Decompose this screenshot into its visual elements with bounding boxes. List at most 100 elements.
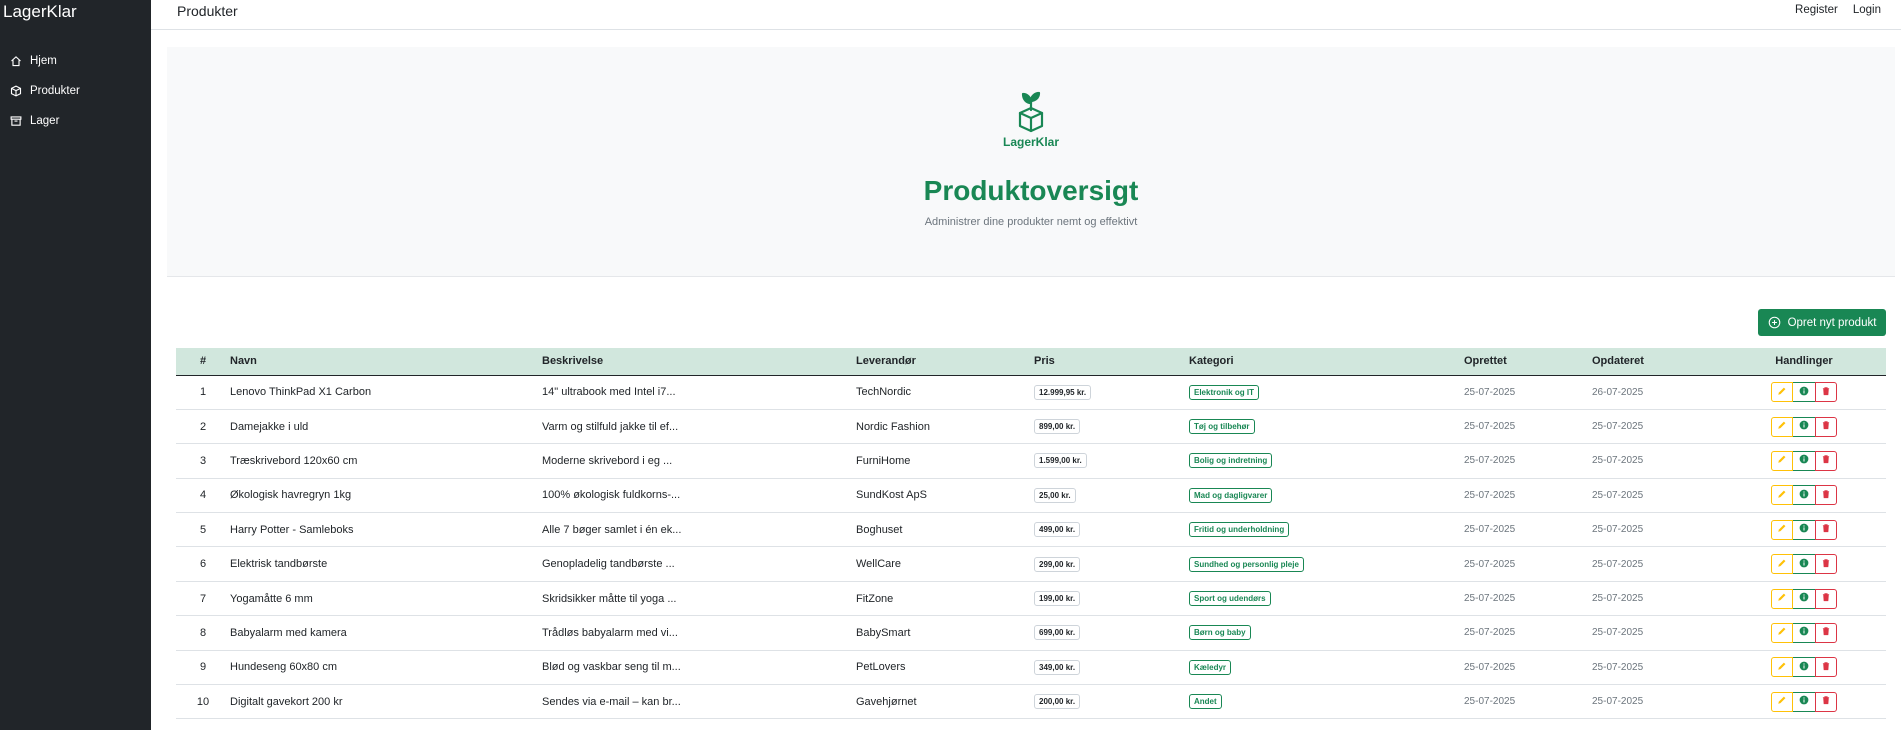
col-header-category: Kategori [1189,355,1234,368]
delete-button[interactable] [1815,519,1837,540]
actions-cell [1722,616,1886,650]
category-cell: Sundhed og personlig pleje [1189,547,1464,581]
actions-cell [1722,375,1886,409]
edit-button[interactable] [1771,657,1793,678]
delete-button[interactable] [1815,416,1837,437]
updated-date: 25-07-2025 [1592,524,1644,536]
price-cell: 25,00 kr. [1034,478,1189,512]
sidebar-item-hjem[interactable]: Hjem [0,46,151,76]
price-badge: 299,00 kr. [1034,556,1081,572]
edit-button[interactable] [1771,450,1793,471]
archive-icon [10,116,22,126]
register-link[interactable]: Register [1795,4,1838,16]
edit-button[interactable] [1771,588,1793,609]
login-link[interactable]: Login [1853,4,1881,16]
edit-button[interactable] [1771,554,1793,575]
category-cell: Tøj og tilbehør [1189,409,1464,443]
action-buttons [1722,622,1886,643]
details-button[interactable] [1793,416,1815,437]
create-product-button[interactable]: Opret nyt produkt [1758,309,1886,336]
delete-button[interactable] [1815,657,1837,678]
actions-cell [1722,650,1886,684]
product-description: Sendes via e-mail – kan br... [542,695,681,708]
edit-button[interactable] [1771,416,1793,437]
sidebar-item-lager[interactable]: Lager [0,106,151,136]
table-row: 1 Lenovo ThinkPad X1 Carbon 14" ultrabook … [176,375,1886,410]
price-cell: 299,00 kr. [1034,547,1189,581]
pencil-icon [1777,420,1787,433]
price-cell: 499,00 kr. [1034,513,1189,547]
price-cell: 12.999,95 kr. [1034,375,1189,409]
info-icon [1799,489,1809,502]
category-cell: Børn og baby [1189,616,1464,650]
price-cell: 1.599,00 kr. [1034,444,1189,478]
product-name: Damejakke i uld [230,420,309,433]
category-cell: Kæledyr [1189,650,1464,684]
delete-button[interactable] [1815,588,1837,609]
row-number: 9 [199,661,207,674]
edit-button[interactable] [1771,519,1793,540]
details-button[interactable] [1793,622,1815,643]
info-icon [1799,523,1809,536]
delete-button[interactable] [1815,382,1837,403]
created-date: 25-07-2025 [1464,558,1516,570]
row-number: 3 [199,454,207,467]
details-button[interactable] [1793,657,1815,678]
updated-date: 25-07-2025 [1592,627,1644,639]
action-buttons [1722,382,1886,403]
delete-button[interactable] [1815,691,1837,712]
edit-button[interactable] [1771,691,1793,712]
delete-button[interactable] [1815,485,1837,506]
price-badge: 25,00 kr. [1034,487,1076,503]
details-button[interactable] [1793,485,1815,506]
delete-button[interactable] [1815,450,1837,471]
action-buttons [1722,691,1886,712]
pencil-icon [1777,386,1787,399]
details-button[interactable] [1793,450,1815,471]
category-badge: Mad og dagligvarer [1189,487,1273,503]
price-badge: 349,00 kr. [1034,659,1081,675]
details-button[interactable] [1793,519,1815,540]
updated-date: 25-07-2025 [1592,455,1644,467]
pencil-icon [1777,661,1787,674]
price-badge: 499,00 kr. [1034,522,1081,538]
home-icon [11,56,21,67]
brand-title[interactable]: LagerKlar [0,0,151,30]
trash-icon [1821,454,1831,467]
sidebar-item-produkter[interactable]: Produkter [0,76,151,106]
product-name: Hundeseng 60x80 cm [230,661,338,674]
price-cell: 899,00 kr. [1034,409,1189,443]
delete-button[interactable] [1815,622,1837,643]
category-cell: Mad og dagligvarer [1189,478,1464,512]
category-cell: Sport og udendørs [1189,581,1464,615]
edit-button[interactable] [1771,622,1793,643]
details-button[interactable] [1793,588,1815,609]
price-cell: 699,00 kr. [1034,616,1189,650]
row-number: 6 [199,558,207,571]
category-badge: Sport og udendørs [1189,591,1271,607]
auth-links: Register Login [1795,4,1881,16]
product-name: Økologisk havregryn 1kg [230,489,352,502]
details-button[interactable] [1793,691,1815,712]
category-badge: Fritid og underholdning [1189,522,1290,538]
plant-box-logo-icon [1018,91,1044,133]
details-button[interactable] [1793,554,1815,575]
trash-icon [1821,420,1831,433]
hero-logo: LagerKlar [167,90,1895,149]
hero-banner: LagerKlar Produktoversigt Administrer di… [167,47,1895,277]
action-buttons [1722,554,1886,575]
col-header-num: # [199,355,207,368]
action-buttons [1722,657,1886,678]
price-badge: 12.999,95 kr. [1034,384,1092,400]
delete-button[interactable] [1815,554,1837,575]
action-buttons [1722,519,1886,540]
edit-button[interactable] [1771,485,1793,506]
row-number: 8 [199,626,207,639]
info-icon [1799,626,1809,639]
product-supplier: BabySmart [856,626,911,639]
actions-cell [1722,581,1886,615]
edit-button[interactable] [1771,382,1793,403]
hero-title: Produktoversigt [923,175,1139,206]
details-button[interactable] [1793,382,1815,403]
sidebar-item-label: Hjem [30,55,57,67]
